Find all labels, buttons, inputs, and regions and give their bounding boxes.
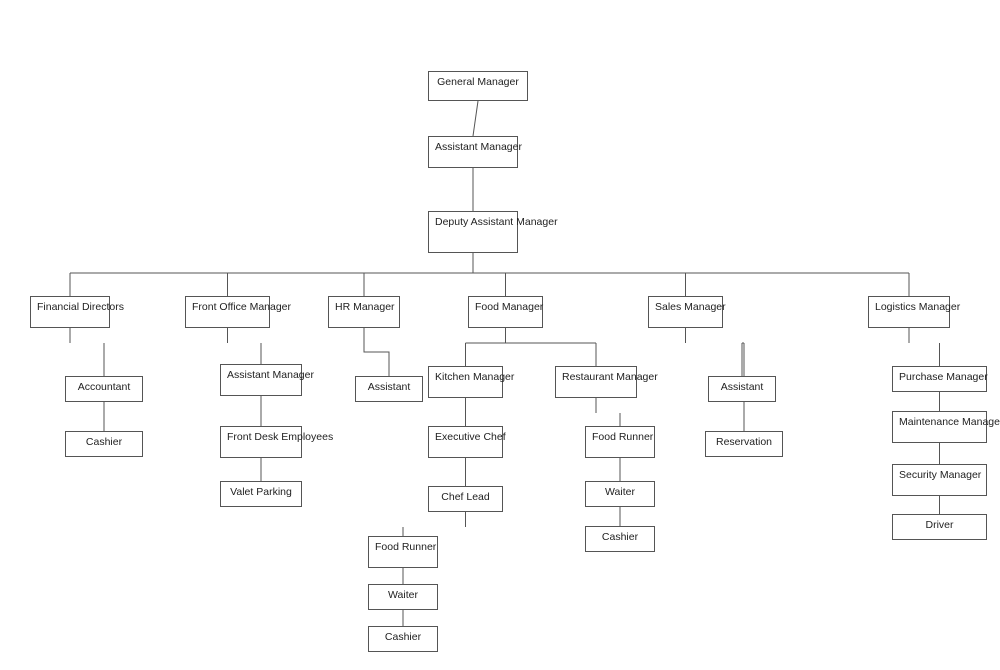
node-general_manager: General Manager [428,71,528,101]
node-asst_mgr_front: Assistant Manager [220,364,302,396]
node-cashier_fin: Cashier [65,431,143,457]
node-cashier_rest: Cashier [585,526,655,552]
chart-title [0,0,1000,26]
node-restaurant_manager: Restaurant Manager [555,366,637,398]
node-cashier_kitchen: Cashier [368,626,438,652]
node-front_desk: Front Desk Employees [220,426,302,458]
node-assistant_manager_top: Assistant Manager [428,136,518,168]
connector-lines [10,26,990,670]
node-driver: Driver [892,514,987,540]
node-valet: Valet Parking [220,481,302,507]
node-chef_lead: Chef Lead [428,486,503,512]
node-front_office_manager: Front Office Manager [185,296,270,328]
node-deputy_assistant: Deputy Assistant Manager [428,211,518,253]
chart-container: General Manager Assistant Manager Deputy A… [0,0,1000,670]
node-logistics_manager: Logistics Manager [868,296,950,328]
node-purchase_manager: Purchase Manager [892,366,987,392]
node-waiter_kitchen: Waiter [368,584,438,610]
node-reservation: Reservation [705,431,783,457]
node-sales_assistant: Assistant [708,376,776,402]
node-executive_chef: Executive Chef [428,426,503,458]
org-chart: General Manager Assistant Manager Deputy A… [10,26,990,670]
node-food_runner_rest: Food Runner [585,426,655,458]
node-maintenance_manager: Maintenance Manager [892,411,987,443]
node-kitchen_manager: Kitchen Manager [428,366,503,398]
node-security_manager: Security Manager [892,464,987,496]
node-accountant: Accountant [65,376,143,402]
node-waiter_rest: Waiter [585,481,655,507]
node-sales_manager: Sales Manager [648,296,723,328]
node-hr_assistant: Assistant [355,376,423,402]
node-food_runner_kitchen: Food Runner [368,536,438,568]
node-hr_manager: HR Manager [328,296,400,328]
node-food_manager: Food Manager [468,296,543,328]
node-financial_directors: Financial Directors [30,296,110,328]
